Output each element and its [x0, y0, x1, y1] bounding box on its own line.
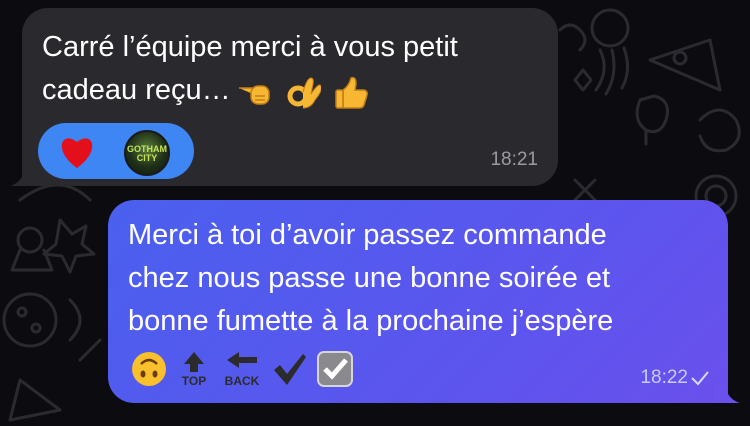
- back-label: BACK: [225, 374, 260, 388]
- back-arrow-emoji: BACK: [225, 352, 260, 388]
- top-arrow-emoji: TOP: [182, 352, 207, 388]
- incoming-message-bubble[interactable]: Carré l’équipe merci à vous petit cadeau…: [10, 8, 558, 186]
- thumbs-up-emoji: [335, 77, 368, 109]
- ok-hand-emoji: [287, 77, 321, 109]
- message-line: cadeau reçu…: [42, 69, 458, 113]
- message-line: chez nous passe une bonne soirée et: [128, 262, 611, 294]
- message-line: Merci à toi d’avoir passez commande: [128, 219, 607, 251]
- message-text: Merci à toi d’avoir passez commande chez…: [128, 214, 613, 343]
- message-reactions[interactable]: GOTHAM CITY: [38, 123, 194, 179]
- outgoing-message-bubble[interactable]: Merci à toi d’avoir passez commande chez…: [108, 200, 740, 403]
- message-line: bonne fumette à la prochaine j’espère: [128, 305, 614, 337]
- message-time: 18:21: [490, 149, 538, 170]
- pointing-hand-emoji: [238, 85, 270, 105]
- bubble-tail: [714, 381, 740, 403]
- heart-reaction[interactable]: [58, 134, 96, 170]
- check-box-emoji: [316, 351, 353, 387]
- message-time: 18:22: [640, 367, 688, 388]
- gotham-city-avatar[interactable]: GOTHAM CITY: [124, 130, 170, 176]
- message-text: Carré l’équipe merci à vous petit cadeau…: [42, 26, 458, 113]
- message-emojis: TOP BACK: [130, 350, 358, 390]
- message-line: Carré l’équipe merci à vous petit: [42, 31, 458, 63]
- message-emojis: [237, 70, 373, 113]
- check-mark-emoji: [274, 354, 307, 385]
- sent-check-icon: [691, 371, 709, 386]
- bubble-tail: [10, 164, 36, 186]
- upside-down-face-emoji: [132, 352, 166, 386]
- top-label: TOP: [182, 374, 206, 388]
- avatar-text: GOTHAM CITY: [127, 144, 167, 163]
